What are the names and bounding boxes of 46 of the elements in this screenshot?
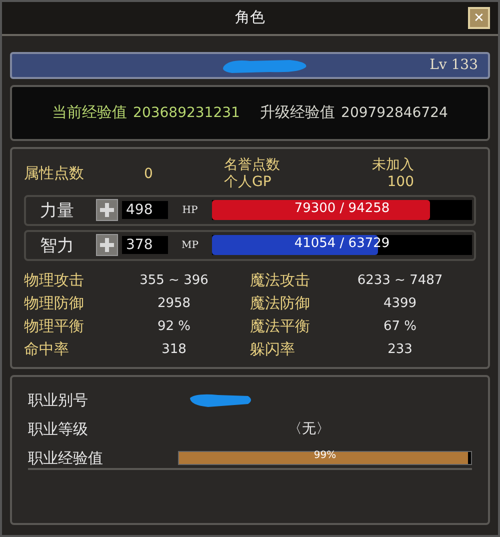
stat-value: 233 bbox=[386, 342, 414, 357]
stat-value: 355 ~ 396 bbox=[138, 272, 210, 288]
experience-label: 升级经验值 bbox=[260, 103, 336, 122]
stat-label: 躲闪率 bbox=[250, 340, 296, 359]
stat-value: 4399 bbox=[382, 296, 418, 311]
experience-value: 209792846724 bbox=[341, 105, 448, 122]
add-point-button[interactable] bbox=[96, 234, 118, 256]
job-exp-label: 职业经验值 bbox=[28, 448, 104, 468]
stat-label: 物理攻击 bbox=[24, 270, 85, 290]
stat-label: 魔法攻击 bbox=[250, 270, 311, 290]
plus-icon bbox=[100, 203, 114, 218]
stat-label: 命中率 bbox=[24, 340, 70, 359]
honor-label: 名誉点数 bbox=[224, 156, 281, 174]
points-label: 属性点数 bbox=[24, 164, 85, 184]
stat-value: 318 bbox=[160, 342, 188, 357]
stat-value: 2958 bbox=[156, 296, 192, 311]
stat-label: 物理平衡 bbox=[24, 316, 85, 336]
gp-value: 100 bbox=[386, 174, 414, 191]
job-exp-reading: 99% bbox=[312, 450, 338, 462]
stat-value: 67 % bbox=[382, 318, 418, 334]
honor-value: 未加入 bbox=[371, 156, 414, 174]
attribute-value: 498 bbox=[122, 201, 168, 220]
gp-label: 个人GP bbox=[224, 174, 272, 191]
attribute-value: 378 bbox=[122, 236, 168, 254]
stat-value: 92 % bbox=[156, 318, 192, 334]
close-button[interactable]: ✕ bbox=[468, 7, 490, 29]
stat-label: 魔法防御 bbox=[250, 294, 311, 313]
bar-label: MP bbox=[180, 240, 200, 251]
job-rank-label: 职业等级 bbox=[28, 420, 89, 439]
points-value: 0 bbox=[144, 166, 154, 182]
attribute-label: 智力 bbox=[40, 234, 75, 257]
experience-value: 203689231231 bbox=[133, 105, 240, 122]
experience-label: 当前经验值 bbox=[52, 103, 128, 122]
stat-value: 6233 ~ 7487 bbox=[356, 272, 444, 288]
job-alias-label: 职业别号 bbox=[28, 390, 89, 410]
level-text: Lv 133 bbox=[430, 57, 478, 74]
redaction-mark bbox=[188, 392, 254, 408]
gauge-reading: 79300 / 94258 bbox=[293, 201, 391, 216]
job-rank-value: 〈无〉 bbox=[288, 420, 330, 438]
stat-label: 魔法平衡 bbox=[250, 316, 311, 336]
add-point-button[interactable] bbox=[96, 199, 118, 222]
plus-icon bbox=[100, 238, 114, 252]
bar-label: HP bbox=[181, 204, 199, 216]
window-title: 角色 bbox=[235, 8, 265, 28]
attribute-label: 力量 bbox=[40, 200, 75, 222]
stat-label: 物理防御 bbox=[24, 294, 85, 313]
